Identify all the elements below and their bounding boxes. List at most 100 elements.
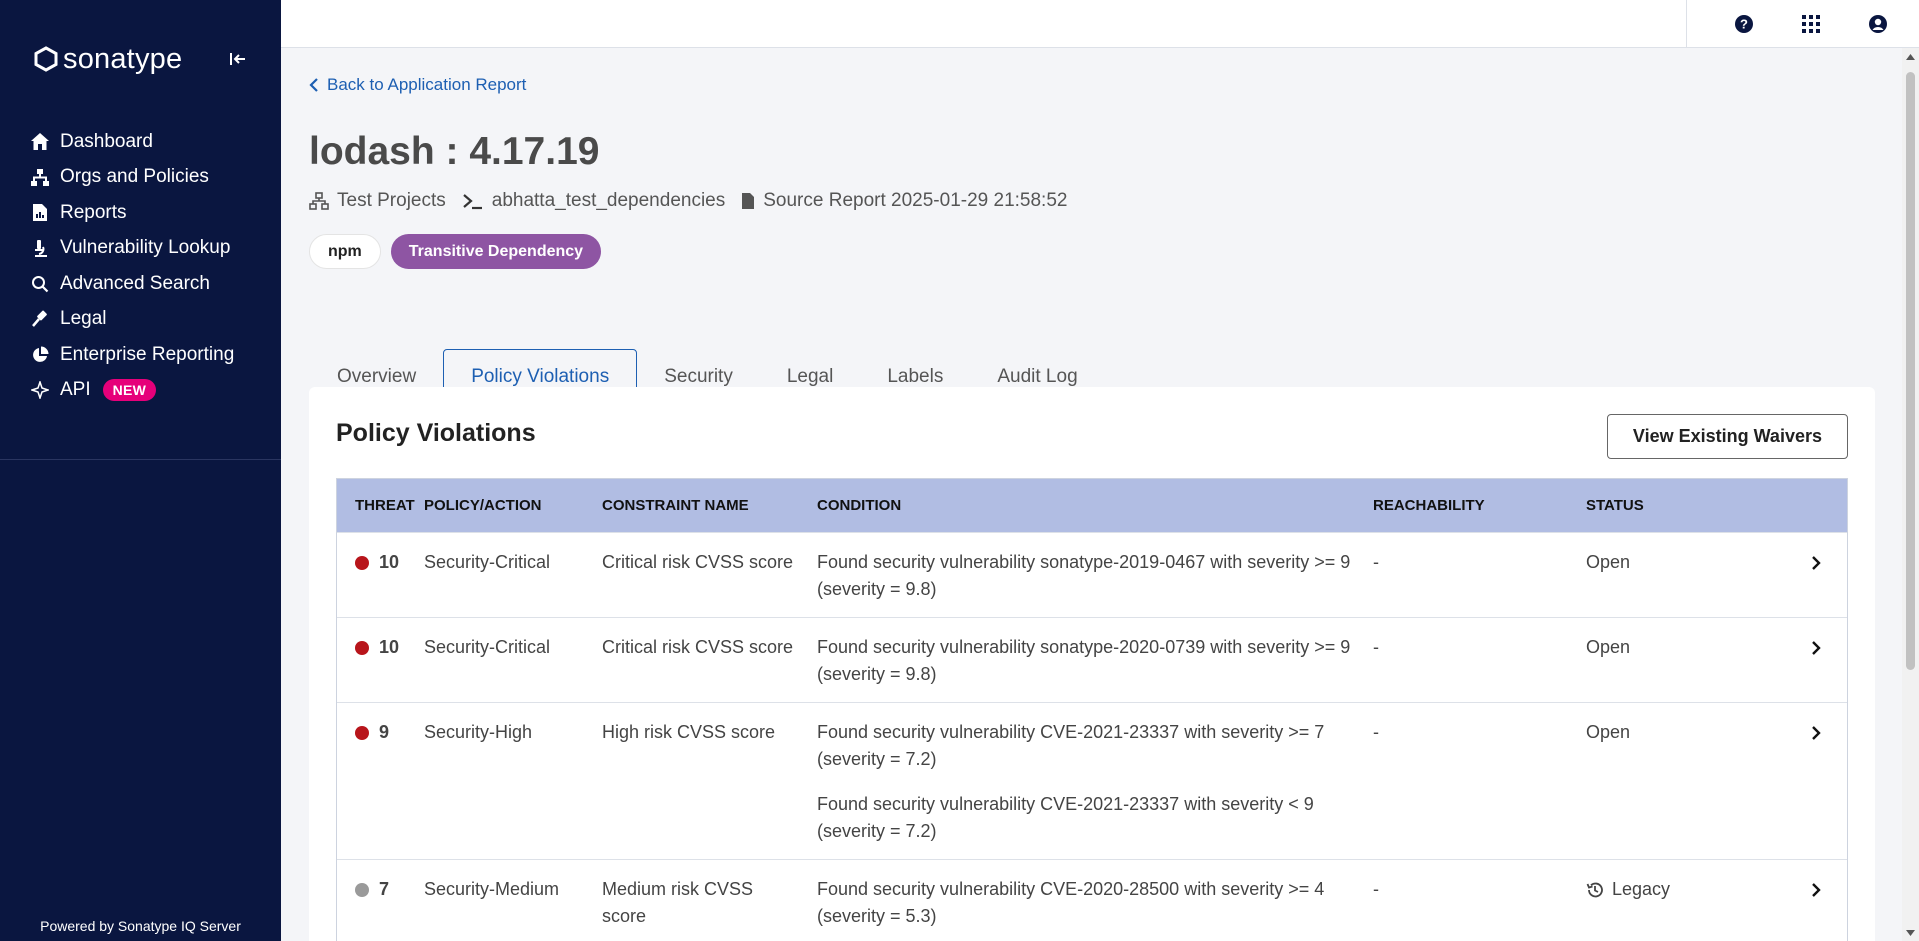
condition-text: Found security vulnerability sonatype-20…	[817, 637, 1351, 684]
back-link-label: Back to Application Report	[327, 75, 527, 94]
constraint-name: Critical risk CVSS score	[602, 637, 794, 657]
user-account-icon[interactable]	[1865, 11, 1891, 37]
condition-cell: Found security vulnerability CVE-2021-23…	[817, 719, 1373, 845]
condition-cell: Found security vulnerability sonatype-20…	[817, 634, 1373, 688]
policy-name: Security-Critical	[424, 637, 551, 657]
column-header-threat[interactable]: THREAT	[337, 497, 424, 514]
status-text: Legacy	[1612, 879, 1671, 899]
table-row[interactable]: 9 Security-High High risk CVSS score Fou…	[337, 702, 1847, 859]
sidebar-item-api[interactable]: API NEW	[28, 373, 281, 409]
history-icon	[1586, 881, 1604, 899]
threat-score: 10	[379, 552, 400, 572]
org-icon	[28, 167, 51, 187]
threat-score: 7	[379, 879, 390, 899]
status-text: Open	[1586, 637, 1631, 657]
sidebar-item-label: Orgs and Policies	[60, 166, 209, 188]
search-icon	[28, 274, 51, 294]
violations-table: THREAT POLICY/ACTION CONSTRAINT NAME CON…	[336, 478, 1848, 941]
sidebar-item-enterprise-reporting[interactable]: Enterprise Reporting	[28, 337, 281, 373]
sidebar-divider	[0, 459, 281, 460]
scroll-down-arrow-icon[interactable]	[1902, 924, 1919, 941]
sidebar-item-label: Enterprise Reporting	[60, 343, 235, 365]
threat-level: 9	[355, 719, 389, 746]
collapse-sidebar-icon[interactable]	[225, 46, 251, 72]
svg-text:?: ?	[1740, 16, 1748, 31]
table-row[interactable]: 10 Security-Critical Critical risk CVSS …	[337, 617, 1847, 702]
source-report-date: Source Report 2025-01-29 21:58:52	[763, 190, 1068, 211]
apps-grid-icon[interactable]	[1798, 11, 1824, 37]
column-header-policy[interactable]: POLICY/ACTION	[424, 497, 602, 514]
column-header-constraint[interactable]: CONSTRAINT NAME	[602, 497, 817, 514]
threat-level: 7	[355, 876, 389, 903]
report-icon	[28, 203, 51, 223]
threat-level: 10	[355, 549, 399, 576]
reachability: -	[1373, 722, 1379, 742]
back-to-application-report-link[interactable]: Back to Application Report	[309, 75, 526, 95]
condition-text: Found security vulnerability CVE-2021-23…	[817, 794, 1314, 841]
application-name: abhatta_test_dependencies	[491, 190, 726, 211]
component-meta: Test Projects abhatta_test_dependencies …	[309, 190, 1083, 212]
status-text: Open	[1586, 722, 1631, 742]
sidebar-item-legal[interactable]: Legal	[28, 302, 281, 338]
chevron-right-icon[interactable]	[1811, 634, 1822, 661]
threat-dot	[355, 882, 369, 897]
policy-name: Security-Medium	[424, 879, 560, 899]
main-content: Back to Application Report lodash : 4.17…	[281, 48, 1899, 941]
table-row[interactable]: 7 Security-Medium Medium risk CVSS score…	[337, 859, 1847, 941]
policy-violations-panel: Policy Violations View Existing Waivers …	[309, 387, 1875, 941]
help-icon[interactable]: ?	[1731, 11, 1757, 37]
sidebar-item-label: Reports	[60, 201, 127, 223]
chevron-right-icon[interactable]	[1811, 876, 1822, 903]
topbar-actions: ?	[1686, 0, 1919, 47]
threat-score: 9	[379, 722, 390, 742]
scrollbar-thumb[interactable]	[1906, 72, 1915, 670]
column-header-condition[interactable]: CONDITION	[817, 497, 1373, 514]
organization-name: Test Projects	[337, 190, 446, 211]
sidebar-item-reports[interactable]: Reports	[28, 195, 281, 231]
gavel-icon	[28, 309, 51, 329]
threat-level: 10	[355, 634, 399, 661]
logo-row: sonatype	[33, 43, 251, 76]
condition-text: Found security vulnerability CVE-2021-23…	[817, 722, 1325, 769]
constraint-name: Critical risk CVSS score	[602, 552, 794, 572]
sidebar-item-label: API	[60, 379, 91, 401]
sidebar-item-advanced-search[interactable]: Advanced Search	[28, 266, 281, 302]
condition-text: Found security vulnerability sonatype-20…	[817, 552, 1351, 599]
brand-logo[interactable]: sonatype	[33, 43, 182, 76]
org-icon	[309, 192, 329, 210]
pie-chart-icon	[28, 345, 51, 365]
new-badge: NEW	[102, 379, 157, 402]
sonatype-hexagon-icon	[34, 46, 58, 72]
threat-dot	[355, 640, 369, 655]
chevron-left-icon	[309, 78, 318, 92]
scroll-up-arrow-icon[interactable]	[1902, 48, 1919, 65]
page-scrollbar[interactable]	[1902, 48, 1919, 941]
table-header: THREAT POLICY/ACTION CONSTRAINT NAME CON…	[337, 479, 1847, 532]
powered-by-footer: Powered by Sonatype IQ Server	[40, 918, 241, 934]
constraint-name: Medium risk CVSS score	[602, 879, 754, 926]
constraint-name: High risk CVSS score	[602, 722, 776, 742]
condition-cell: Found security vulnerability CVE-2020-28…	[817, 876, 1373, 930]
table-row[interactable]: 10 Security-Critical Critical risk CVSS …	[337, 532, 1847, 617]
brand-name: sonatype	[63, 42, 183, 75]
file-icon	[741, 192, 755, 210]
column-header-status[interactable]: STATUS	[1586, 497, 1786, 514]
format-chip: npm	[309, 234, 381, 269]
dependency-type-chip: Transitive Dependency	[390, 234, 602, 269]
sidebar: sonatype Dashboard Orgs and Policies Rep…	[0, 0, 281, 941]
sidebar-item-dashboard[interactable]: Dashboard	[28, 124, 281, 160]
policy-name: Security-Critical	[424, 552, 551, 572]
view-existing-waivers-button[interactable]: View Existing Waivers	[1606, 414, 1848, 459]
sidebar-item-vulnerability-lookup[interactable]: Vulnerability Lookup	[28, 231, 281, 267]
condition-cell: Found security vulnerability sonatype-20…	[817, 549, 1373, 603]
column-header-reachability[interactable]: REACHABILITY	[1373, 497, 1586, 514]
sidebar-nav: Dashboard Orgs and Policies Reports Vuln…	[28, 124, 281, 408]
sidebar-item-label: Vulnerability Lookup	[60, 237, 231, 259]
condition-text: Found security vulnerability CVE-2020-28…	[817, 879, 1325, 926]
chevron-right-icon[interactable]	[1811, 719, 1822, 746]
status-cell: Open	[1586, 549, 1786, 576]
status-text: Open	[1586, 552, 1631, 572]
chevron-right-icon[interactable]	[1811, 549, 1822, 576]
status-cell: Open	[1586, 719, 1786, 746]
sidebar-item-orgs-and-policies[interactable]: Orgs and Policies	[28, 160, 281, 196]
